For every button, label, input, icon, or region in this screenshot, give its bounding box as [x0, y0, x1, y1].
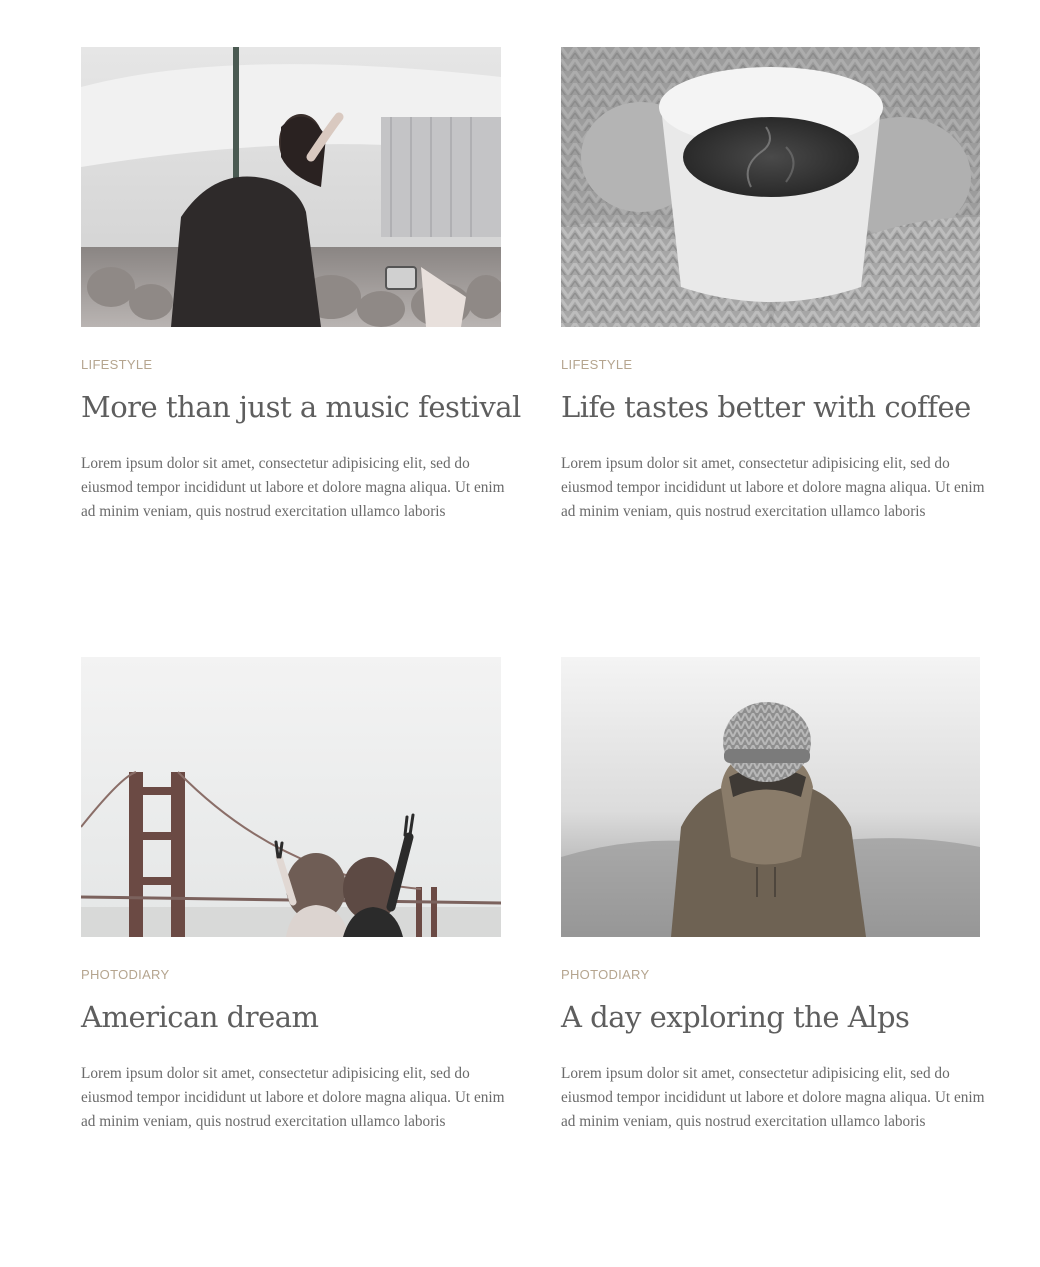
post-title[interactable]: American dream [81, 997, 501, 1037]
post-category[interactable]: PHOTODIARY [81, 967, 169, 982]
post-card: PHOTODIARY American dream Lorem ipsum do… [81, 657, 505, 1267]
post-image-alps[interactable] [561, 657, 980, 937]
post-excerpt: Lorem ipsum dolor sit amet, consectetur … [81, 455, 505, 520]
post-image-american-dream[interactable] [81, 657, 501, 937]
post-excerpt: Lorem ipsum dolor sit amet, consectetur … [561, 1065, 985, 1130]
post-title[interactable]: A day exploring the Alps [561, 997, 980, 1037]
post-card: LIFESTYLE Life tastes better with coffee… [561, 47, 985, 657]
post-image-music-festival[interactable] [81, 47, 501, 327]
post-card: PHOTODIARY A day exploring the Alps Lore… [561, 657, 985, 1267]
post-category[interactable]: PHOTODIARY [561, 967, 649, 982]
post-excerpt: Lorem ipsum dolor sit amet, consectetur … [81, 1065, 505, 1130]
post-grid: LIFESTYLE More than just a music festiva… [81, 47, 985, 1267]
post-category[interactable]: LIFESTYLE [561, 357, 632, 372]
post-title[interactable]: Life tastes better with coffee [561, 387, 980, 427]
post-title[interactable]: More than just a music festival [81, 387, 521, 427]
post-image-coffee[interactable] [561, 47, 980, 327]
post-card: LIFESTYLE More than just a music festiva… [81, 47, 521, 657]
post-excerpt: Lorem ipsum dolor sit amet, consectetur … [561, 455, 985, 520]
post-category[interactable]: LIFESTYLE [81, 357, 152, 372]
